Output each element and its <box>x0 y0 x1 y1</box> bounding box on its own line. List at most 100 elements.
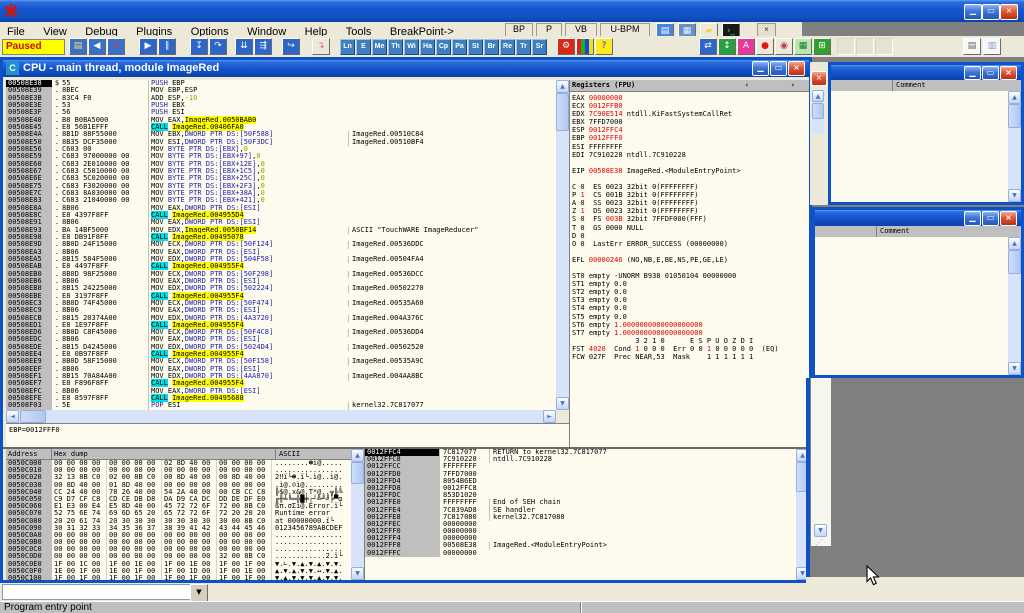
scroll-up-icon[interactable]: ▲ <box>351 449 364 462</box>
register-line[interactable]: ST4 empty 0.0 <box>572 304 809 312</box>
register-line[interactable]: ST3 empty 0.0 <box>572 296 809 304</box>
breakpoint-icon[interactable]: ● <box>756 38 774 55</box>
scroll-thumb[interactable] <box>556 93 569 131</box>
scroll-up-icon[interactable]: ▲ <box>1008 91 1021 104</box>
disassembly-pane[interactable]: 00508E38$55PUSH EBP00508E39.8BECMOV EBP,… <box>6 80 556 410</box>
assemble-icon[interactable]: A <box>737 38 755 55</box>
register-line[interactable]: EBP 0012FFF0 <box>572 134 809 142</box>
register-line[interactable]: T 0 GS 0000 NULL <box>572 224 809 232</box>
disasm-vscrollbar[interactable]: ▲ ▼ <box>556 80 569 410</box>
close-button[interactable]: × <box>1000 66 1017 80</box>
toolbar-pane-button-re[interactable]: Re <box>500 39 515 55</box>
disasm-row[interactable]: 00508F03.5EPOP ESIkernel32.7C817077 <box>6 402 556 409</box>
stack-row[interactable]: 0012FFE0FFFFFFFFEnd of SEH chain <box>365 499 796 506</box>
log-panel-icon[interactable]: ▤ <box>963 38 981 55</box>
register-line[interactable]: EDI 7C910228 ntdll.7C910228 <box>572 151 809 159</box>
cpu-close-button[interactable]: × <box>788 61 805 76</box>
disasm-hscrollbar[interactable]: ◄ ► <box>6 410 556 423</box>
register-line[interactable]: A 0 SS 0023 32bit 0(FFFFFFFF) <box>572 199 809 207</box>
dump-row[interactable]: 0050C1001F 00 1F 001F 00 1F 001F 00 1F 0… <box>6 575 351 580</box>
register-line[interactable]: EAX 00000000 <box>572 94 809 102</box>
registers-pane[interactable]: Registers (FPU) ‹ ‹ EAX 00000000ECX 0012… <box>569 80 809 447</box>
stack-row[interactable]: 0012FFE47C839AD8SE handler <box>365 507 796 514</box>
toolbar-pane-button-me[interactable]: Me <box>372 39 387 55</box>
bp-button[interactable]: BP <box>505 23 533 37</box>
stack-pane[interactable]: 0012FFC47C817077RETURN to kernel32.7C817… <box>364 449 796 580</box>
scroll-up-icon[interactable]: ▲ <box>556 80 569 93</box>
disasm-row[interactable]: 00508EC3.8B0D 74F45000MOV ECX,DWORD PTR … <box>6 300 556 307</box>
minimize-button[interactable]: ▁ <box>964 211 981 226</box>
register-line[interactable]: ESI FFFFFFFF <box>572 143 809 151</box>
scroll-thumb[interactable] <box>812 103 824 119</box>
disasm-row[interactable]: 00508E8C.E8 4397F8FFCALL ImageRed.004955… <box>6 212 556 219</box>
toolbar-pane-button-ha[interactable]: Ha <box>420 39 435 55</box>
minimize-button[interactable]: ▁ <box>964 4 982 20</box>
register-line[interactable]: ST7 empty 1.0000000000000000000 <box>572 329 809 337</box>
notes-panel-icon[interactable]: ▥ <box>983 38 1001 55</box>
window-titlebar[interactable]: ▁ ▭ × <box>815 210 1021 226</box>
register-line[interactable]: EIP 00508E38 ImageRed.<ModuleEntryPoint> <box>572 167 809 175</box>
stack-row[interactable]: 0012FFD48054B6ED <box>365 478 796 485</box>
stack-row[interactable]: 0012FFD07FFD7000 <box>365 471 796 478</box>
window-titlebar[interactable]: ▁ ▭ × <box>831 65 1021 80</box>
disasm-row[interactable]: 00508E38$55PUSH EBP <box>6 80 556 87</box>
register-line[interactable] <box>572 175 809 183</box>
close-program-icon[interactable]: × <box>107 38 125 55</box>
disasm-row[interactable]: 00508E83.C683 21040000 00MOV BYTE PTR DS… <box>6 197 556 204</box>
register-line[interactable]: EFL 00000246 (NO,NB,E,BE,NS,PE,GE,LE) <box>572 256 809 264</box>
stack-row[interactable]: 0012FFFC00000000 <box>365 550 796 557</box>
scroll-up-icon[interactable]: ▲ <box>812 90 824 102</box>
register-line[interactable]: D 0 <box>572 232 809 240</box>
stack-row[interactable]: 0012FFE87C817080kernel32.7C817080 <box>365 514 796 521</box>
pane-nav-left-icon[interactable]: ‹ <box>745 80 749 91</box>
register-line[interactable]: Z 1 DS 0023 32bit 0(FFFFFFFF) <box>572 207 809 215</box>
step-into-icon[interactable]: ↧ <box>190 38 208 55</box>
toolbar-pane-button-e[interactable]: E <box>356 39 371 55</box>
restart-icon[interactable]: ◀ <box>88 38 106 55</box>
scroll-right-icon[interactable]: ► <box>543 410 556 423</box>
scroll-thumb[interactable] <box>20 410 46 423</box>
register-line[interactable] <box>572 248 809 256</box>
toolbar-pane-button-st[interactable]: St <box>468 39 483 55</box>
list-body[interactable] <box>815 237 1008 375</box>
scroll-down-icon[interactable]: ▼ <box>1008 189 1021 202</box>
stack-row[interactable]: 0012FFF800508E38ImageRed.<ModuleEntryPoi… <box>365 542 796 549</box>
pane-nav-right-icon[interactable]: ‹ <box>791 80 795 91</box>
scroll-left-icon[interactable]: ◄ <box>6 410 19 423</box>
animate-over-icon[interactable]: ⇶ <box>254 38 272 55</box>
disasm-row[interactable]: 00508ED6.8B0D C8F45000MOV ECX,DWORD PTR … <box>6 329 556 336</box>
close-button[interactable]: × <box>1000 211 1017 226</box>
appearance-icon[interactable] <box>576 38 594 55</box>
register-line[interactable] <box>572 159 809 167</box>
list-body[interactable] <box>831 91 1008 202</box>
hidden-window-close-button[interactable]: × <box>811 71 827 86</box>
stack-row[interactable]: 0012FFC87C910228ntdll.7C910228 <box>365 456 796 463</box>
stack-row[interactable]: 0012FFF000000000 <box>365 528 796 535</box>
toolbar-pane-button-ln[interactable]: Ln <box>340 39 355 55</box>
register-line[interactable]: ECX 0012FFB0 <box>572 102 809 110</box>
close-button[interactable]: × <box>1000 4 1018 20</box>
p-button[interactable]: P <box>536 23 562 37</box>
scroll-up-icon[interactable]: ▲ <box>1008 237 1021 250</box>
disasm-row[interactable]: 00508EFE.E8 8597F8FFCALL ImageRed.004956… <box>6 395 556 402</box>
toolbar-pane-button-wi[interactable]: Wi <box>404 39 419 55</box>
register-line[interactable]: S 0 FS 003B 32bit 7FFDF000(FFF) <box>572 215 809 223</box>
restore-button[interactable]: ▭ <box>982 4 1000 20</box>
register-line[interactable]: ST1 empty 0.0 <box>572 280 809 288</box>
register-line[interactable]: O 0 LastErr ERROR_SUCCESS (00000000) <box>572 240 809 248</box>
register-line[interactable]: 3 2 1 0 E S P U O Z D I <box>572 337 809 345</box>
toolbar-pane-button-cp[interactable]: Cp <box>436 39 451 55</box>
swap-icon[interactable]: ⇄ <box>699 38 717 55</box>
scroll-thumb[interactable] <box>1008 250 1021 274</box>
register-line[interactable]: ESP 0012FFC4 <box>572 126 809 134</box>
maximize-button[interactable]: ▭ <box>982 66 999 80</box>
register-line[interactable]: ST6 empty 1.0000000000000000000 <box>572 321 809 329</box>
help-icon[interactable]: ? <box>595 38 613 55</box>
update-icon[interactable]: ↕ <box>718 38 736 55</box>
disasm-row[interactable]: 00508EF7.E8 F896F8FFCALL ImageRed.004955… <box>6 380 556 387</box>
command-input[interactable] <box>2 584 192 600</box>
step-over-icon[interactable]: ↷ <box>209 38 227 55</box>
cpu-window-titlebar[interactable]: C CPU - main thread, module ImageRed ▁ ▭… <box>3 60 809 77</box>
register-line[interactable]: EDX 7C90E514 ntdll.KiFastSystemCallRet <box>572 110 809 118</box>
open-file-icon[interactable]: ▤ <box>69 38 87 55</box>
